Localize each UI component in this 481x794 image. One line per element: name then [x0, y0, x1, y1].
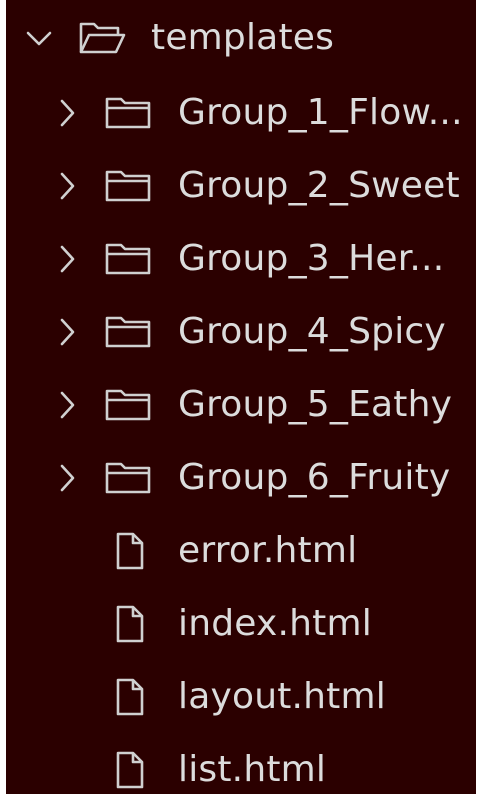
file-icon: [112, 677, 148, 717]
tree-item-file[interactable]: index.html: [6, 587, 476, 660]
tree-item-label: Group_4_Spicy: [178, 311, 446, 352]
file-icon: [112, 750, 148, 790]
tree-item-folder[interactable]: Group_5_Eathy: [6, 368, 476, 441]
folder-icon: [104, 458, 152, 498]
tree-item-label: Group_1_Flow...: [178, 92, 463, 133]
tree-item-file[interactable]: list.html: [6, 733, 476, 794]
folder-icon: [104, 312, 152, 352]
tree-list: templates Group_1_Flow... Group_2_Sweet …: [6, 0, 476, 794]
tree-item-label: index.html: [178, 602, 372, 644]
tree-item-folder[interactable]: Group_3_Her...: [6, 222, 476, 295]
tree-item-folder[interactable]: Group_2_Sweet: [6, 149, 476, 222]
chevron-down-icon[interactable]: [26, 21, 52, 55]
tree-item-label: templates: [151, 17, 335, 58]
chevron-right-icon[interactable]: [54, 388, 80, 422]
explorer-panel: templates Group_1_Flow... Group_2_Sweet …: [0, 0, 481, 794]
tree-item-label: list.html: [178, 748, 327, 790]
folder-open-icon: [78, 18, 126, 58]
tree-item-templates[interactable]: templates: [6, 0, 476, 76]
tree-item-file[interactable]: error.html: [6, 514, 476, 587]
tree-item-label: Group_2_Sweet: [178, 165, 460, 206]
folder-icon: [104, 385, 152, 425]
tree-item-folder[interactable]: Group_1_Flow...: [6, 76, 476, 149]
tree-item-label: Group_6_Fruity: [178, 457, 451, 498]
file-icon: [112, 604, 148, 644]
tree-item-label: Group_3_Her...: [178, 238, 445, 279]
folder-icon: [104, 239, 152, 279]
tree-item-label: error.html: [178, 529, 358, 571]
chevron-right-icon[interactable]: [54, 242, 80, 276]
file-explorer-tree: templates Group_1_Flow... Group_2_Sweet …: [6, 0, 476, 794]
chevron-right-icon[interactable]: [54, 315, 80, 349]
tree-item-file[interactable]: layout.html: [6, 660, 476, 733]
folder-icon: [104, 93, 152, 133]
folder-icon: [104, 166, 152, 206]
tree-item-folder[interactable]: Group_6_Fruity: [6, 441, 476, 514]
file-icon: [112, 531, 148, 571]
tree-item-label: layout.html: [178, 675, 386, 717]
chevron-right-icon[interactable]: [54, 96, 80, 130]
tree-item-folder[interactable]: Group_4_Spicy: [6, 295, 476, 368]
chevron-right-icon[interactable]: [54, 169, 80, 203]
chevron-right-icon[interactable]: [54, 461, 80, 495]
tree-item-label: Group_5_Eathy: [178, 384, 453, 425]
